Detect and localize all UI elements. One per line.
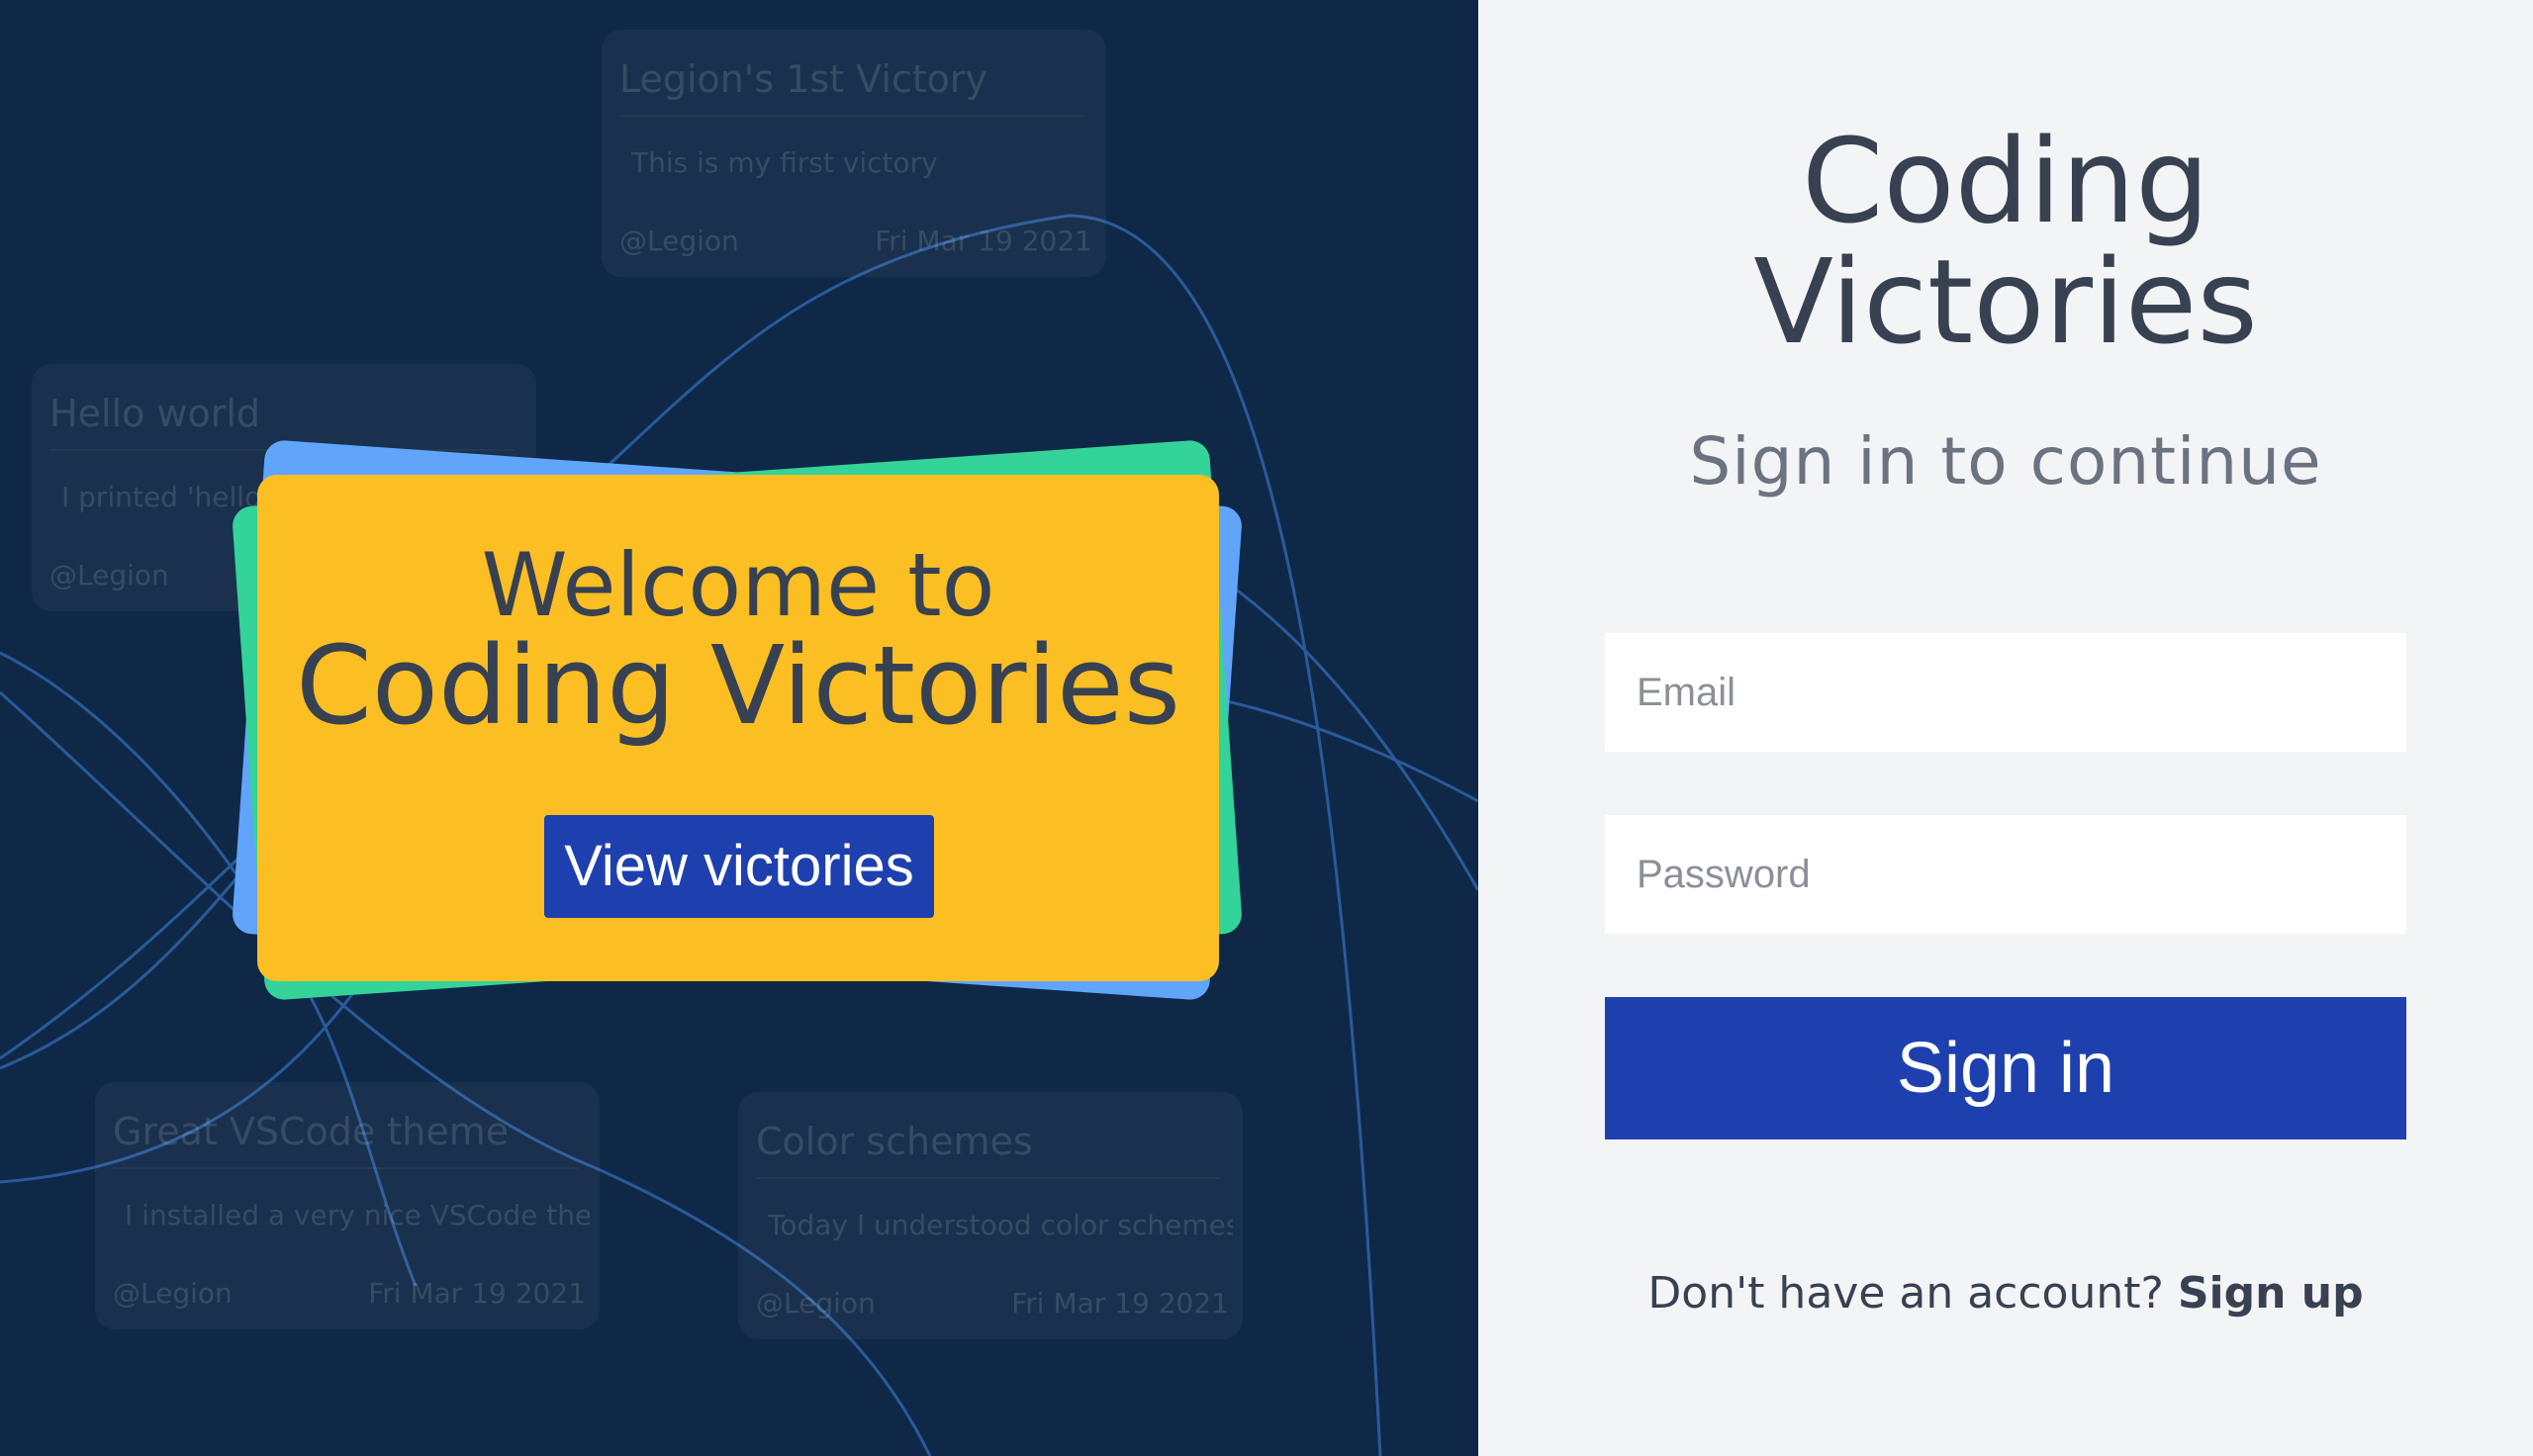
sign-in-button[interactable]: Sign in <box>1605 997 2406 1139</box>
card-body: This is my first victory <box>631 146 938 179</box>
card-date: Fri Mar 19 2021 <box>875 225 1092 257</box>
card-body: Today I understood color schemes <box>768 1209 1233 1241</box>
card-title: Legion's 1st Victory <box>619 57 1084 117</box>
background-victory-card: Color schemes Today I understood color s… <box>738 1092 1243 1339</box>
card-author: @Legion <box>49 559 169 592</box>
view-victories-button[interactable]: View victories <box>544 815 934 918</box>
hero-panel: Legion's 1st Victory This is my first vi… <box>0 0 1478 1456</box>
card-author: @Legion <box>113 1277 233 1310</box>
welcome-app-name: Coding Victories <box>295 622 1181 749</box>
no-account-text: Don't have an account? <box>1647 1268 2164 1319</box>
sign-in-panel: Coding Victories Sign in to continue Sig… <box>1478 0 2533 1456</box>
welcome-card: Welcome to Coding Victories View victori… <box>257 475 1219 981</box>
card-author: @Legion <box>619 225 739 257</box>
card-date: Fri Mar 19 2021 <box>368 1277 586 1310</box>
app-title-line1: Coding <box>1802 113 2209 249</box>
card-body: I installed a very nice VSCode theme <box>125 1199 590 1231</box>
card-date: Fri Mar 19 2021 <box>1011 1287 1229 1320</box>
signup-prompt: Don't have an account? Sign up <box>1478 1268 2533 1319</box>
card-author: @Legion <box>756 1287 876 1320</box>
card-title: Great VSCode theme <box>113 1110 578 1169</box>
app-title-line2: Victories <box>1753 233 2258 370</box>
password-field[interactable] <box>1605 815 2406 934</box>
background-victory-card: Great VSCode theme I installed a very ni… <box>95 1082 600 1329</box>
app-title: Coding Victories <box>1478 121 2533 362</box>
sign-in-subtitle: Sign in to continue <box>1689 423 2322 500</box>
welcome-heading: Welcome to <box>481 534 995 636</box>
email-field[interactable] <box>1605 633 2406 752</box>
card-title: Color schemes <box>756 1120 1221 1179</box>
sign-up-link[interactable]: Sign up <box>2178 1268 2364 1319</box>
background-victory-card: Legion's 1st Victory This is my first vi… <box>602 30 1106 277</box>
